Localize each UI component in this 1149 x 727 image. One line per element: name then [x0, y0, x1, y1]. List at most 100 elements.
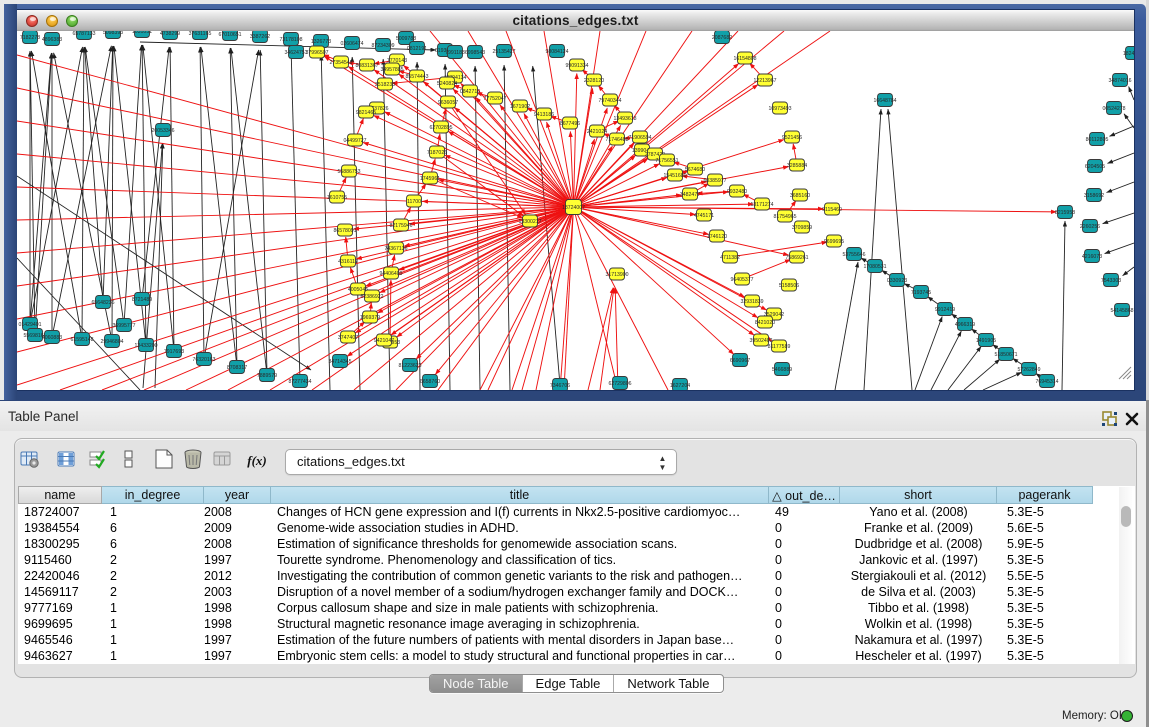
svg-text:81223623: 81223623: [398, 363, 421, 369]
svg-text:9636057: 9636057: [438, 100, 458, 106]
svg-text:13300217: 13300217: [518, 219, 541, 225]
svg-text:34874016: 34874016: [1108, 78, 1131, 84]
svg-text:8721489: 8721489: [132, 297, 152, 303]
svg-text:2421024: 2421024: [587, 129, 607, 135]
svg-text:1326773: 1326773: [311, 39, 331, 45]
svg-text:81177589: 81177589: [768, 344, 791, 350]
svg-text:9115460: 9115460: [822, 207, 842, 213]
svg-text:74367136: 74367136: [384, 246, 407, 252]
svg-text:37996507: 37996507: [305, 50, 328, 56]
svg-text:81754965: 81754965: [773, 214, 796, 220]
svg-text:7193745: 7193745: [911, 290, 931, 296]
svg-text:1491905: 1491905: [976, 338, 996, 344]
svg-text:36995777: 36995777: [112, 323, 135, 329]
svg-text:01429401: 01429401: [18, 322, 41, 328]
svg-text:9821465: 9821465: [356, 110, 376, 116]
svg-text:71906594: 71906594: [628, 135, 651, 141]
svg-text:79740344: 79740344: [598, 98, 621, 104]
svg-text:1610755: 1610755: [327, 195, 347, 201]
svg-text:20053346: 20053346: [151, 128, 174, 134]
svg-text:0330923: 0330923: [887, 278, 907, 284]
svg-text:4216073: 4216073: [1082, 254, 1102, 260]
svg-text:67010651: 67010651: [218, 32, 241, 38]
svg-text:87277434: 87277434: [288, 379, 311, 385]
svg-text:9413186: 9413186: [534, 112, 554, 118]
svg-text:73178108: 73178108: [279, 37, 302, 43]
svg-text:77752047: 77752047: [483, 96, 506, 102]
svg-text:7182278: 7182278: [20, 35, 40, 41]
svg-text:29946804: 29946804: [100, 339, 123, 345]
svg-text:87234309: 87234309: [371, 43, 394, 49]
svg-text:0932480: 0932480: [727, 189, 747, 195]
svg-text:60385977: 60385977: [703, 178, 726, 184]
svg-text:80831367: 80831367: [355, 63, 378, 69]
svg-text:3685160: 3685160: [790, 193, 810, 199]
svg-text:34714345: 34714345: [328, 359, 351, 365]
svg-text:5098393: 5098393: [103, 31, 123, 36]
svg-text:13493618: 13493618: [613, 116, 636, 122]
svg-text:94406409: 94406409: [379, 271, 402, 277]
svg-text:55886753: 55886753: [337, 169, 360, 175]
svg-text:96405377: 96405377: [730, 277, 753, 283]
svg-text:0812191: 0812191: [407, 46, 427, 52]
svg-text:8421020: 8421020: [755, 320, 775, 326]
svg-text:8677496: 8677496: [560, 121, 580, 127]
svg-text:7543303: 7543303: [1101, 278, 1121, 284]
svg-text:6204505: 6204505: [1085, 164, 1105, 170]
svg-text:53755646: 53755646: [842, 252, 865, 258]
svg-text:0842710: 0842710: [460, 89, 480, 95]
svg-text:7917693: 7917693: [164, 349, 184, 355]
svg-text:71746488: 71746488: [605, 137, 628, 143]
svg-text:4896383: 4896383: [42, 37, 62, 43]
svg-text:9421047: 9421047: [374, 338, 394, 344]
svg-text:7346706: 7346706: [550, 383, 570, 389]
svg-text:4745171: 4745171: [694, 213, 714, 219]
svg-text:99091334: 99091334: [565, 63, 588, 69]
svg-text:9521456: 9521456: [782, 135, 802, 141]
svg-text:5466889: 5466889: [772, 367, 792, 373]
svg-text:3285884: 3285884: [787, 163, 807, 169]
svg-text:10973493: 10973493: [768, 106, 791, 112]
svg-text:2087682: 2087682: [712, 35, 732, 41]
svg-text:76945314: 76945314: [1035, 379, 1058, 385]
svg-text:2328120: 2328120: [584, 78, 604, 84]
svg-text:62702895: 62702895: [429, 125, 452, 131]
svg-text:57262849: 57262849: [1017, 367, 1040, 373]
svg-text:17080531: 17080531: [863, 264, 886, 270]
svg-text:76320163: 76320163: [192, 357, 215, 363]
svg-text:82175946: 82175946: [389, 223, 412, 229]
svg-text:1746120: 1746120: [707, 234, 727, 240]
svg-text:6658760: 6658760: [420, 379, 440, 385]
svg-text:3482477: 3482477: [680, 192, 700, 198]
svg-text:4738299: 4738299: [160, 31, 180, 37]
svg-text:5240824: 5240824: [437, 81, 457, 87]
svg-text:80112805: 80112805: [1086, 137, 1109, 143]
svg-text:7889579: 7889579: [257, 373, 277, 379]
svg-text:16648784: 16648784: [873, 98, 896, 104]
svg-text:5009788: 5009788: [396, 36, 416, 42]
svg-text:65787133: 65787133: [72, 31, 95, 37]
svg-text:1627204: 1627204: [670, 383, 690, 389]
svg-text:25135427: 25135427: [492, 49, 515, 55]
svg-text:34624751: 34624751: [284, 50, 307, 56]
svg-text:7991183: 7991183: [445, 50, 465, 56]
svg-text:04499727: 04499727: [343, 138, 366, 144]
svg-text:65648236: 65648236: [91, 300, 114, 306]
svg-text:15451680: 15451680: [663, 173, 686, 179]
svg-text:4316117: 4316117: [338, 259, 358, 265]
svg-text:3747407: 3747407: [338, 335, 358, 341]
svg-text:02606474: 02606474: [340, 41, 363, 47]
svg-text:12213967: 12213967: [753, 78, 776, 84]
svg-text:4966319: 4966319: [955, 322, 975, 328]
svg-text:27354549: 27354549: [329, 60, 352, 66]
svg-text:4711382: 4711382: [720, 255, 740, 261]
svg-text:18724007: 18724007: [562, 205, 585, 211]
svg-text:51850671: 51850671: [994, 352, 1017, 358]
svg-text:98084124: 98084124: [545, 49, 568, 55]
svg-text:f​(x): f​(x): [247, 453, 267, 468]
svg-text:54145868: 54145868: [1110, 308, 1133, 314]
svg-text:75869261: 75869261: [785, 255, 808, 261]
svg-text:86578091: 86578091: [333, 228, 356, 234]
svg-text:8708317: 8708317: [227, 365, 247, 371]
svg-text:9699695: 9699695: [824, 239, 844, 245]
